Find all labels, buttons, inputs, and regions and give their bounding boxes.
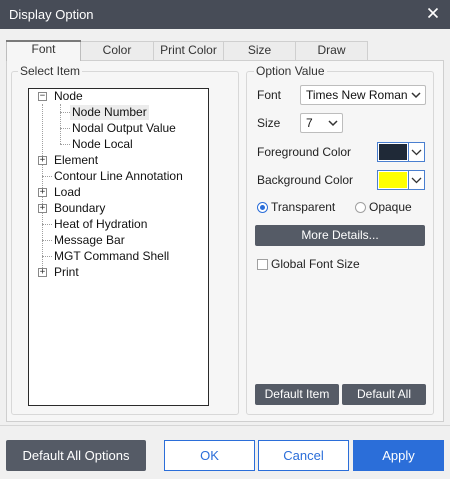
font-select-value: Times New Roman xyxy=(306,88,408,102)
cancel-button[interactable]: Cancel xyxy=(258,440,349,471)
tab-font[interactable]: Font xyxy=(6,40,81,61)
tree-item-node-local[interactable]: Node Local xyxy=(72,137,133,152)
tree-guide-node xyxy=(60,104,61,144)
global-font-size-checkbox[interactable] xyxy=(257,259,268,270)
expand-icon[interactable]: + xyxy=(38,188,47,197)
tree-guide-node-number xyxy=(60,112,70,113)
foreground-color-label: Foreground Color xyxy=(257,145,352,159)
background-color-label: Background Color xyxy=(257,173,354,187)
chevron-down-icon xyxy=(408,143,424,161)
size-select-value: 7 xyxy=(306,116,313,130)
window-title: Display Option xyxy=(9,7,94,22)
title-bar: Display Option xyxy=(0,0,450,29)
default-all-options-button[interactable]: Default All Options xyxy=(6,440,146,471)
foreground-color-picker[interactable] xyxy=(377,142,425,162)
dialog-body: Font Color Print Color Size Draw Select … xyxy=(0,29,450,479)
tree-item-contour-line-annotation[interactable]: Contour Line Annotation xyxy=(54,169,183,184)
tree-item-heat-of-hydration[interactable]: Heat of Hydration xyxy=(54,217,147,232)
foreground-color-swatch xyxy=(379,144,407,160)
tab-draw[interactable]: Draw xyxy=(295,41,368,60)
tab-panel-font: Select Item − Node Node Number Nodal Out… xyxy=(6,60,444,422)
tree-item-load[interactable]: Load xyxy=(54,185,81,200)
tree-guide-heat xyxy=(42,224,52,225)
size-select[interactable]: 7 xyxy=(300,113,343,133)
more-details-button[interactable]: More Details... xyxy=(255,225,425,246)
tree-guide-contour xyxy=(42,176,52,177)
background-color-swatch xyxy=(379,172,407,188)
transparent-radio[interactable] xyxy=(257,202,268,213)
tree-item-node[interactable]: Node xyxy=(54,89,83,104)
tab-size[interactable]: Size xyxy=(223,41,296,60)
chevron-down-icon xyxy=(410,88,422,102)
tree-guide-nodal-output xyxy=(60,128,70,129)
tree-item-nodal-output-value[interactable]: Nodal Output Value xyxy=(72,121,176,136)
collapse-icon[interactable]: − xyxy=(38,92,47,101)
size-label: Size xyxy=(257,116,281,130)
opaque-label[interactable]: Opaque xyxy=(369,200,412,214)
tree-guide-mgt xyxy=(42,256,52,257)
default-item-button[interactable]: Default Item xyxy=(255,384,339,405)
select-item-group: Select Item − Node Node Number Nodal Out… xyxy=(11,64,239,415)
tree-guide-node-local xyxy=(60,144,70,145)
tree-item-node-number[interactable]: Node Number xyxy=(70,105,149,120)
tab-color[interactable]: Color xyxy=(80,41,154,60)
tab-draw-label: Draw xyxy=(317,43,346,57)
tree-item-message-bar[interactable]: Message Bar xyxy=(54,233,125,248)
chevron-down-icon xyxy=(327,116,339,130)
tree-guide-message xyxy=(42,240,52,241)
tree-item-boundary[interactable]: Boundary xyxy=(54,201,105,216)
select-item-label: Select Item xyxy=(18,64,83,78)
expand-icon[interactable]: + xyxy=(38,268,47,277)
font-select[interactable]: Times New Roman xyxy=(300,85,426,105)
background-color-picker[interactable] xyxy=(377,170,425,190)
tab-bar: Font Color Print Color Size Draw xyxy=(6,40,368,61)
tab-size-label: Size xyxy=(247,43,272,57)
expand-icon[interactable]: + xyxy=(38,156,47,165)
tree-item-element[interactable]: Element xyxy=(54,153,98,168)
tab-print-color-label: Print Color xyxy=(160,43,217,57)
opaque-radio[interactable] xyxy=(355,202,366,213)
chevron-down-icon xyxy=(408,171,424,189)
item-tree[interactable]: − Node Node Number Nodal Output Value No… xyxy=(28,88,209,406)
apply-button[interactable]: Apply xyxy=(353,440,444,471)
default-all-button[interactable]: Default All xyxy=(342,384,426,405)
tab-color-label: Color xyxy=(102,43,132,57)
close-icon[interactable] xyxy=(425,5,441,21)
tab-print-color[interactable]: Print Color xyxy=(153,41,224,60)
ok-button[interactable]: OK xyxy=(164,440,255,471)
option-value-label: Option Value xyxy=(254,64,327,78)
font-label: Font xyxy=(257,88,282,102)
tree-item-print[interactable]: Print xyxy=(54,265,79,280)
tree-item-mgt-command-shell[interactable]: MGT Command Shell xyxy=(54,249,169,264)
expand-icon[interactable]: + xyxy=(38,204,47,213)
global-font-size-label[interactable]: Global Font Size xyxy=(271,257,360,271)
transparent-label[interactable]: Transparent xyxy=(271,200,335,214)
option-value-group: Option Value Font Times New Roman Size 7… xyxy=(246,64,434,415)
tab-font-label: Font xyxy=(31,42,56,56)
footer-divider xyxy=(0,425,450,426)
